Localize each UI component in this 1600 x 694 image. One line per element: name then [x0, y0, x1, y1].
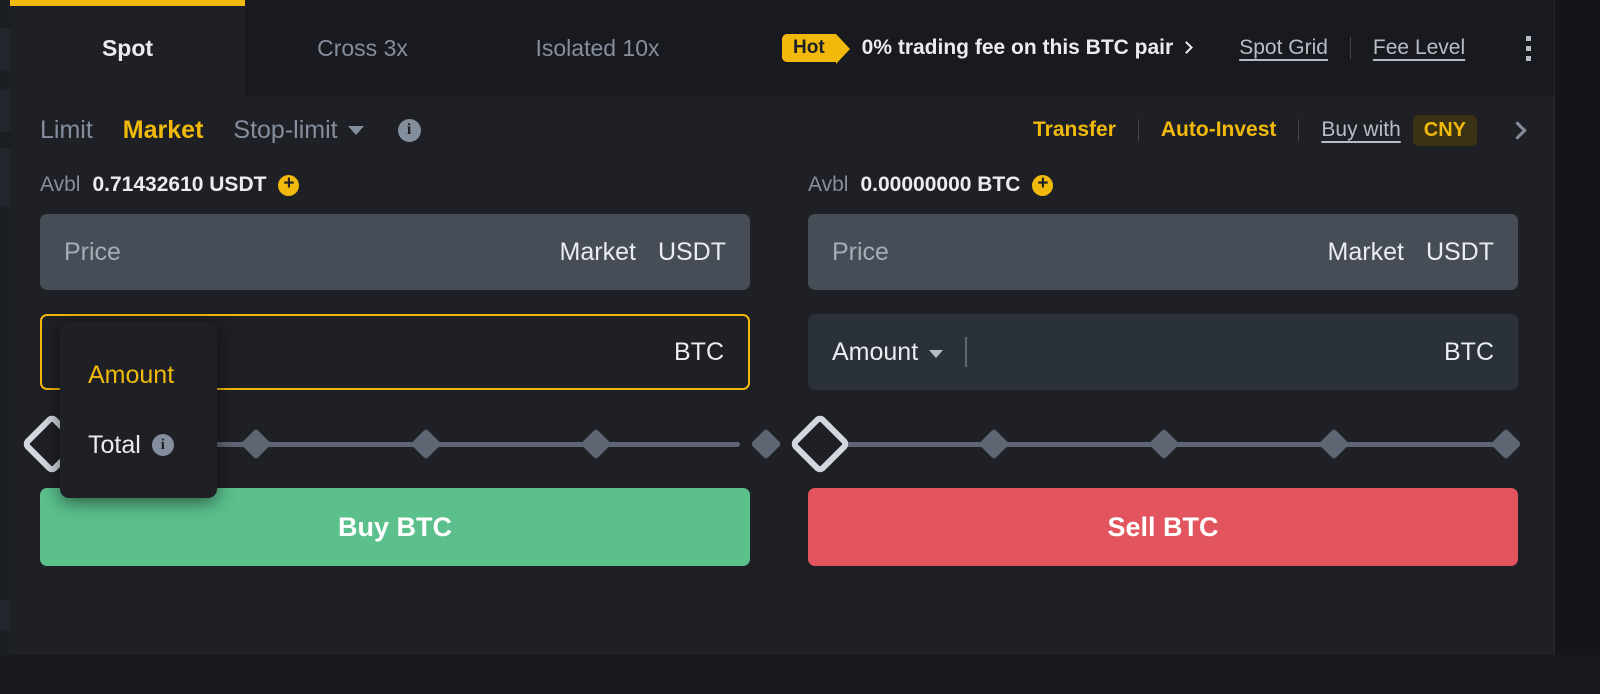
promo-banner[interactable]: Hot 0% trading fee on this BTC pair [782, 34, 1194, 64]
sell-price-placeholder: Price [832, 237, 889, 266]
dropdown-item-amount[interactable]: Amount [60, 340, 217, 410]
slider-handle[interactable] [788, 412, 852, 476]
dropdown-item-amount-label: Amount [88, 360, 175, 389]
tab-cross[interactable]: Cross 3x [245, 0, 480, 96]
slider-stop-100[interactable] [750, 428, 782, 460]
trade-panel: Spot Cross 3x Isolated 10x Hot 0% tradin… [10, 0, 1555, 655]
left-rail-segment [0, 90, 10, 132]
slider-stop-50[interactable] [410, 428, 442, 460]
sell-amount-slider[interactable] [788, 412, 1522, 476]
slider-stop-75[interactable] [1318, 428, 1350, 460]
sell-available-row: Avbl 0.00000000 BTC + [808, 164, 1518, 206]
tab-spot[interactable]: Spot [10, 0, 245, 96]
order-type-group: Limit Market Stop-limit i [40, 116, 421, 145]
sell-price-suffix: Market USDT [1328, 238, 1494, 267]
left-rail-segment [0, 600, 10, 630]
sell-price-mode: Market [1327, 237, 1404, 266]
order-form-columns: Avbl 0.71432610 USDT + Price Market USDT… [10, 164, 1554, 566]
deposit-plus-icon[interactable]: + [278, 174, 300, 196]
buy-price-mode: Market [559, 237, 636, 266]
spot-grid-link[interactable]: Spot Grid [1239, 36, 1328, 60]
tab-spot-label: Spot [101, 34, 154, 61]
fee-level-link[interactable]: Fee Level [1373, 36, 1465, 60]
left-rail-segment [0, 148, 10, 206]
dropdown-item-total[interactable]: Total i [60, 410, 217, 480]
chevron-down-icon [347, 125, 364, 135]
chevron-right-icon[interactable] [1508, 120, 1527, 140]
sell-price-field[interactable]: Price Market USDT [808, 214, 1518, 290]
amount-type-dropdown[interactable]: Amount Total i [60, 322, 217, 498]
sell-button[interactable]: Sell BTC [808, 488, 1518, 566]
sell-amount-field[interactable]: Amount BTC [808, 314, 1518, 390]
sell-avbl-label: Avbl [808, 173, 849, 196]
divider [1349, 37, 1351, 59]
left-rail [0, 0, 10, 655]
sell-amount-unit: BTC [1444, 337, 1494, 366]
buy-button[interactable]: Buy BTC [40, 488, 750, 566]
tab-isolated-label: Isolated 10x [535, 34, 660, 61]
buy-available-row: Avbl 0.71432610 USDT + [40, 164, 750, 206]
buy-price-placeholder: Price [64, 237, 121, 266]
page-bottom-strip [0, 655, 1600, 694]
deposit-plus-icon[interactable]: + [1032, 174, 1054, 196]
buy-avbl-label: Avbl [40, 173, 81, 196]
divider [1137, 119, 1139, 141]
currency-chip[interactable]: CNY [1412, 114, 1477, 146]
slider-stop-100[interactable] [1490, 428, 1522, 460]
buy-column: Avbl 0.71432610 USDT + Price Market USDT… [20, 164, 782, 566]
kebab-dot [1525, 45, 1531, 51]
buy-avbl-value: 0.71432610 USDT [92, 173, 267, 196]
order-type-market[interactable]: Market [123, 116, 204, 145]
tab-isolated[interactable]: Isolated 10x [480, 0, 715, 96]
buy-amount-unit: BTC [674, 337, 724, 366]
sell-avbl-value: 0.00000000 BTC [860, 173, 1021, 196]
slider-stop-75[interactable] [580, 428, 612, 460]
buy-price-unit: USDT [657, 237, 726, 266]
hot-badge: Hot [782, 34, 850, 64]
order-type-stop-limit-label: Stop-limit [233, 115, 338, 144]
divider [1298, 119, 1300, 141]
sell-amount-selector[interactable]: Amount [832, 337, 944, 367]
more-options-icon[interactable] [1513, 28, 1543, 68]
transfer-link[interactable]: Transfer [1033, 118, 1116, 142]
sell-amount-selector-label: Amount [832, 337, 919, 366]
chevron-down-icon [929, 350, 944, 358]
dropdown-item-total-label: Total [88, 430, 141, 459]
left-rail-segment [0, 28, 10, 70]
header-links: Spot Grid Fee Level [1239, 36, 1465, 60]
order-type-stop-limit[interactable]: Stop-limit [233, 115, 364, 145]
slider-stop-25[interactable] [978, 428, 1010, 460]
kebab-dot [1525, 35, 1531, 41]
buy-price-field[interactable]: Price Market USDT [40, 214, 750, 290]
kebab-dot [1525, 55, 1531, 61]
slider-stop-25[interactable] [240, 428, 272, 460]
chevron-right-icon [1180, 40, 1194, 54]
total-info-icon[interactable]: i [151, 434, 174, 456]
auto-invest-link[interactable]: Auto-Invest [1161, 118, 1277, 142]
order-type-row: Limit Market Stop-limit i Transfer Auto-… [10, 96, 1554, 164]
order-type-actions: Transfer Auto-Invest Buy with CNY [1033, 114, 1527, 146]
buy-with-group[interactable]: Buy with CNY [1321, 114, 1477, 146]
buy-price-suffix: Market USDT [560, 238, 726, 267]
order-type-info-icon[interactable]: i [397, 118, 421, 142]
buy-amount-suffix: BTC [674, 338, 724, 367]
sell-price-unit: USDT [1425, 237, 1494, 266]
order-type-limit[interactable]: Limit [40, 116, 93, 145]
buy-with-label: Buy with [1321, 118, 1401, 141]
market-type-tabbar: Spot Cross 3x Isolated 10x Hot 0% tradin… [10, 0, 1554, 96]
sell-amount-suffix: BTC [1444, 338, 1494, 367]
divider [965, 337, 968, 367]
sell-column: Avbl 0.00000000 BTC + Price Market USDT … [788, 164, 1522, 566]
promo-link-label: 0% trading fee on this BTC pair [861, 36, 1174, 59]
promo-link[interactable]: 0% trading fee on this BTC pair [861, 36, 1194, 60]
slider-stop-50[interactable] [1148, 428, 1180, 460]
tab-cross-label: Cross 3x [317, 34, 408, 61]
spot-trading-panel: Spot Cross 3x Isolated 10x Hot 0% tradin… [0, 0, 1600, 694]
